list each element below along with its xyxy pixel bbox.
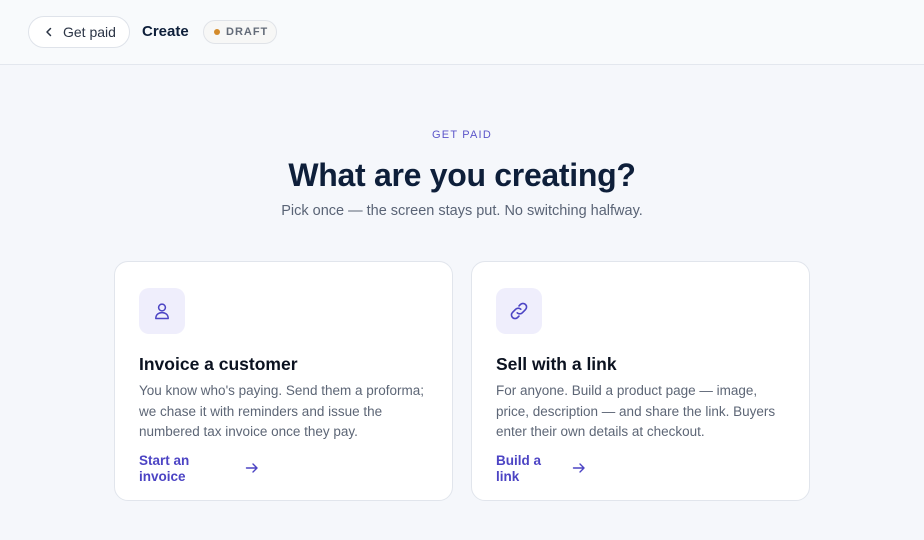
cta-label: Build a link: [496, 453, 542, 484]
icon-tile: [496, 288, 542, 334]
option-description: You know who's paying. Send them a profo…: [139, 383, 424, 439]
start-invoice-link[interactable]: Start an invoice: [139, 453, 258, 485]
option-description: For anyone. Build a product page — image…: [496, 383, 776, 439]
build-link-link[interactable]: Build a link: [496, 453, 585, 485]
arrow-right-icon: [245, 463, 258, 473]
option-card-link[interactable]: Sell with a link For anyone. Build a pro…: [471, 261, 810, 501]
link-icon: [510, 302, 528, 320]
section-eyebrow: GET PAID: [432, 129, 492, 141]
top-bar: Get paid Create DRAFT: [0, 0, 924, 65]
icon-tile: [139, 288, 185, 334]
chevron-left-icon: [46, 27, 52, 37]
page-title: Create: [142, 23, 189, 40]
option-title: Sell with a link: [496, 354, 617, 374]
status-badge-label: DRAFT: [226, 26, 269, 38]
arrow-right-icon: [572, 463, 585, 473]
page-subhead: Pick once — the screen stays put. No swi…: [281, 203, 643, 219]
person-icon: [155, 303, 169, 320]
status-badge: DRAFT: [203, 20, 277, 44]
page-headline: What are you creating?: [288, 157, 636, 193]
status-dot: [214, 29, 220, 35]
back-button-label: Get paid: [63, 24, 116, 40]
option-card-invoice[interactable]: Invoice a customer You know who's paying…: [114, 261, 453, 501]
back-button[interactable]: Get paid: [28, 16, 130, 48]
cta-label: Start an invoice: [139, 453, 190, 484]
option-title: Invoice a customer: [139, 354, 298, 374]
